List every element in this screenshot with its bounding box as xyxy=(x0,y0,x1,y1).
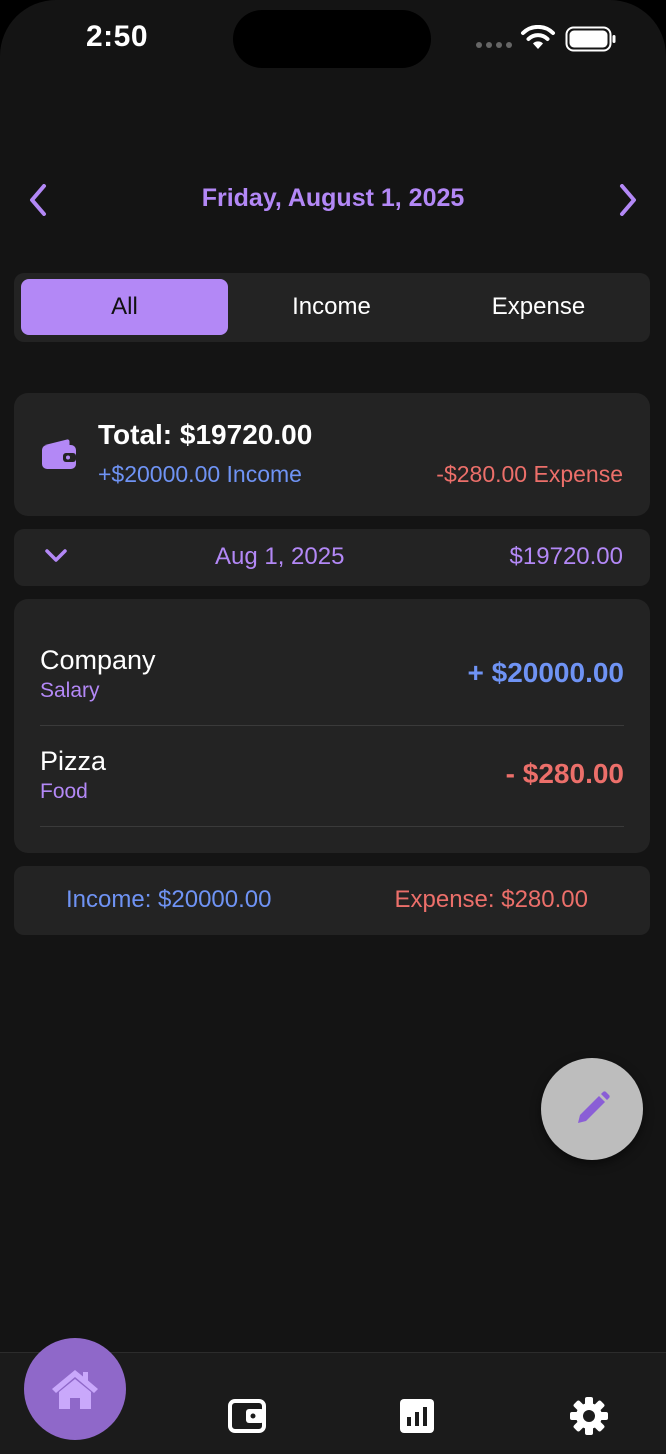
wallet-icon xyxy=(228,1399,266,1433)
tab-wallet[interactable] xyxy=(222,1391,272,1441)
chart-icon xyxy=(400,1399,434,1433)
summary-expense: -$280.00 Expense xyxy=(436,461,623,487)
status-time: 2:50 xyxy=(86,20,149,53)
total-balance: Total: $19720.00 xyxy=(98,419,313,450)
totals-footer: Income: $20000.00 Expense: $280.00 xyxy=(14,866,650,935)
transaction-name: Pizza xyxy=(40,746,107,776)
wallet-icon xyxy=(42,439,76,469)
footer-income-total: Income: $20000.00 xyxy=(66,886,272,913)
date-group-header[interactable]: Aug 1, 2025 $19720.00 xyxy=(14,529,650,586)
gear-icon xyxy=(570,1397,608,1435)
filter-all-button[interactable]: All xyxy=(21,279,228,335)
summary-card: Total: $19720.00 +$20000.00 Income -$280… xyxy=(14,393,650,516)
pencil-icon xyxy=(578,1091,610,1123)
home-icon xyxy=(52,1370,98,1409)
wifi-icon xyxy=(521,25,555,49)
dynamic-island xyxy=(233,10,431,68)
transaction-row[interactable]: Company Salary + $20000.00 xyxy=(40,625,624,726)
summary-income: +$20000.00 Income xyxy=(98,461,302,487)
transaction-name: Company xyxy=(40,645,156,675)
footer-expense-total: Expense: $280.00 xyxy=(394,886,589,913)
chevron-down-icon xyxy=(45,549,67,562)
transaction-amount: - $280.00 xyxy=(505,758,624,789)
tab-settings[interactable] xyxy=(564,1391,614,1441)
tab-statistics[interactable] xyxy=(392,1391,442,1441)
transactions-card: Company Salary + $20000.00 Pizza Food - … xyxy=(14,599,650,853)
app-screen: 2:50 Friday, August 1, 2025 All Income E… xyxy=(0,0,666,1454)
edit-fab-button[interactable] xyxy=(541,1058,643,1160)
transaction-row[interactable]: Pizza Food - $280.00 xyxy=(40,726,624,827)
next-day-button[interactable] xyxy=(610,182,646,218)
tab-home[interactable] xyxy=(24,1338,126,1440)
filter-income-button[interactable]: Income xyxy=(228,279,435,335)
filter-expense-button[interactable]: Expense xyxy=(435,279,642,335)
transaction-category: Salary xyxy=(40,679,100,702)
group-date: Aug 1, 2025 xyxy=(215,543,345,570)
bottom-tab-bar xyxy=(0,1338,666,1454)
battery-icon xyxy=(565,26,616,52)
transaction-category: Food xyxy=(40,780,88,803)
chevron-right-icon xyxy=(620,184,636,216)
cellular-signal-icon xyxy=(476,42,512,48)
group-total: $19720.00 xyxy=(509,543,623,570)
current-date-title[interactable]: Friday, August 1, 2025 xyxy=(0,184,666,213)
filter-segmented-control: All Income Expense xyxy=(14,273,650,342)
transaction-amount: + $20000.00 xyxy=(467,657,625,688)
